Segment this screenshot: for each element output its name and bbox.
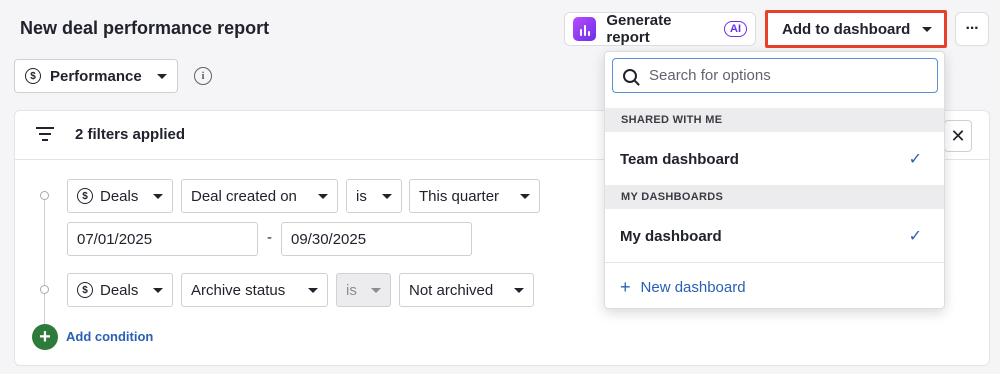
- info-icon[interactable]: i: [194, 67, 212, 85]
- date-to-value: 09/30/2025: [291, 230, 367, 248]
- report-chart-icon: [573, 17, 597, 41]
- condition-connector-line: [44, 198, 45, 328]
- condition-2-operator: is: [346, 281, 357, 299]
- chevron-down-icon: [514, 287, 524, 293]
- chevron-down-icon: [153, 193, 163, 199]
- date-from-input[interactable]: 07/01/2025: [67, 222, 258, 256]
- condition-2-value-select[interactable]: Not archived: [399, 273, 534, 307]
- chevron-down-icon: [371, 287, 381, 293]
- dropdown-divider: [605, 262, 944, 263]
- generate-report-button[interactable]: Generate report AI: [564, 12, 756, 46]
- condition-2-entity: Deals: [100, 281, 139, 299]
- generate-report-label: Generate report: [606, 12, 672, 46]
- condition-2-entity-select[interactable]: $ Deals: [67, 273, 173, 307]
- chevron-down-icon: [520, 193, 530, 199]
- condition-dot: [40, 191, 49, 200]
- condition-1-operator-select[interactable]: is: [346, 179, 402, 213]
- date-to-input[interactable]: 09/30/2025: [281, 222, 472, 256]
- dashboard-option-my[interactable]: My dashboard ✓: [605, 210, 944, 262]
- condition-1-operator: is: [356, 187, 367, 205]
- dashboard-search-input[interactable]: [649, 67, 919, 84]
- view-select[interactable]: $ Performance: [14, 59, 178, 93]
- new-dashboard-button[interactable]: + New dashboard: [620, 277, 746, 298]
- chevron-down-icon: [382, 193, 392, 199]
- checkmark-icon: ✓: [908, 228, 922, 245]
- add-to-dashboard-button[interactable]: Add to dashboard: [765, 10, 947, 48]
- chevron-down-icon: [318, 193, 328, 199]
- chevron-down-icon: [153, 287, 163, 293]
- condition-2-operator-select: is: [336, 273, 391, 307]
- dollar-circle-icon: $: [77, 188, 93, 204]
- search-icon: [623, 68, 637, 83]
- chevron-down-icon: [922, 26, 933, 32]
- add-condition-icon[interactable]: +: [32, 324, 58, 350]
- date-from-value: 07/01/2025: [77, 230, 153, 248]
- condition-1-value: This quarter: [419, 187, 500, 205]
- dollar-circle-icon: $: [77, 282, 93, 298]
- view-select-label: Performance: [50, 67, 142, 85]
- add-to-dashboard-label: Add to dashboard: [782, 20, 911, 38]
- section-header-my-dashboards: MY DASHBOARDS: [605, 185, 944, 209]
- checkmark-icon: ✓: [908, 151, 922, 168]
- condition-1-field-select[interactable]: Deal created on: [181, 179, 338, 213]
- ai-badge: AI: [724, 21, 747, 37]
- condition-2-value: Not archived: [409, 281, 494, 299]
- plus-icon: +: [620, 277, 631, 297]
- dashboard-option-label: My dashboard: [620, 227, 722, 245]
- ellipsis-icon: ···: [965, 20, 980, 37]
- filters-summary: 2 filters applied: [75, 126, 186, 143]
- filter-icon[interactable]: [36, 127, 54, 145]
- date-range-separator: -: [267, 229, 272, 246]
- section-header-shared: SHARED WITH ME: [605, 108, 944, 132]
- add-condition-link[interactable]: Add condition: [66, 329, 153, 344]
- dollar-circle-icon: $: [25, 68, 41, 84]
- dashboard-option-label: Team dashboard: [620, 150, 739, 168]
- condition-1-entity-select[interactable]: $ Deals: [67, 179, 173, 213]
- close-icon[interactable]: ✕: [944, 120, 972, 152]
- condition-dot: [40, 285, 49, 294]
- dashboard-option-team[interactable]: Team dashboard ✓: [605, 133, 944, 185]
- chevron-down-icon: [308, 287, 318, 293]
- condition-2-field-select[interactable]: Archive status: [181, 273, 328, 307]
- page-title: New deal performance report: [20, 18, 270, 38]
- condition-1-field: Deal created on: [191, 187, 297, 205]
- chevron-down-icon: [157, 73, 167, 79]
- condition-2-field: Archive status: [191, 281, 286, 299]
- new-dashboard-label: New dashboard: [640, 279, 746, 296]
- condition-1-entity: Deals: [100, 187, 139, 205]
- dashboard-search-field[interactable]: [612, 58, 938, 93]
- more-options-button[interactable]: ···: [955, 12, 989, 46]
- condition-1-value-select[interactable]: This quarter: [409, 179, 540, 213]
